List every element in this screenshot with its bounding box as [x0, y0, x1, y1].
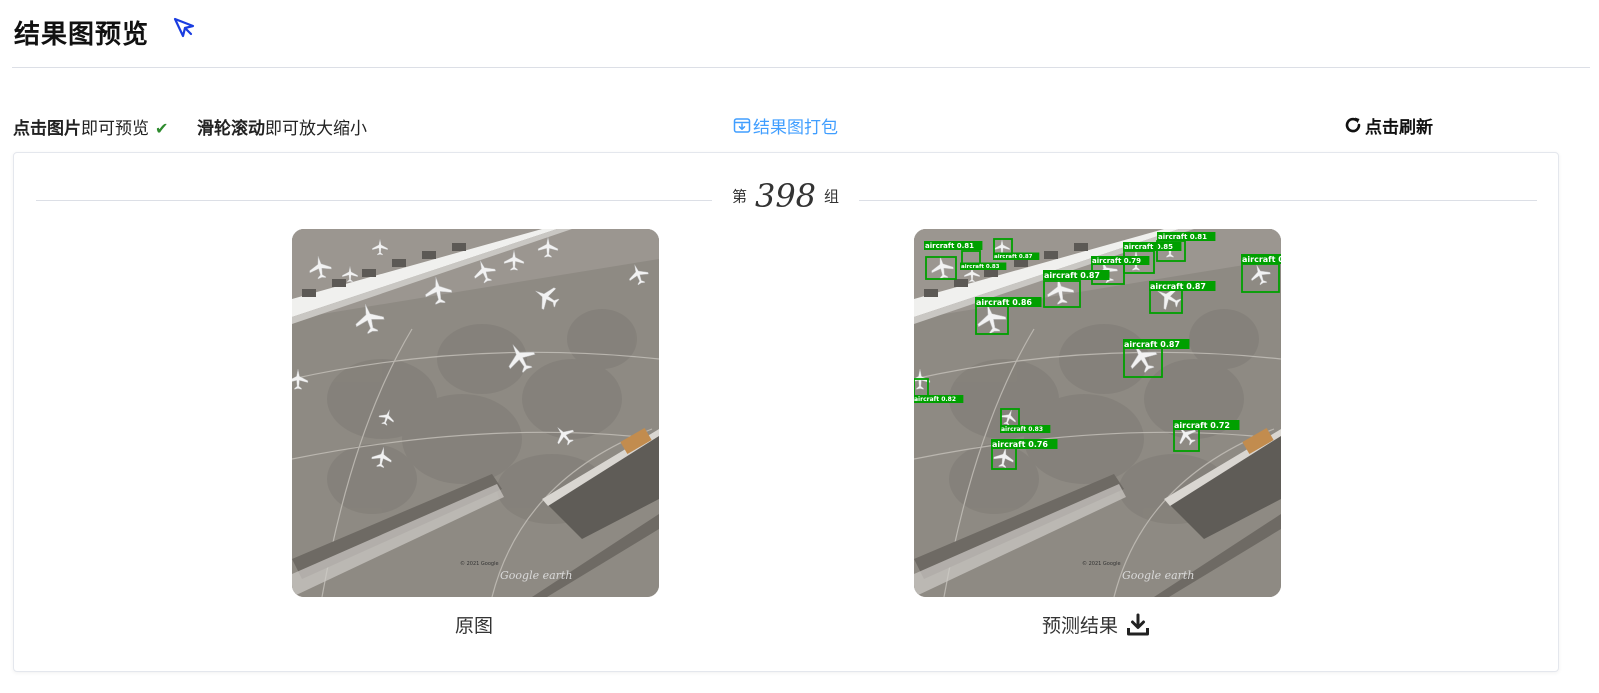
- watermark-copyright-result: © 2021 Google: [1082, 560, 1121, 567]
- detection-label: aircraft 0.87: [1150, 282, 1206, 291]
- divider-right: [859, 200, 1537, 201]
- refresh-label: 点击刷新: [1365, 117, 1433, 138]
- page: 结果图预览 点击图片即可预览 ✔ 滑轮滚动即可放大缩小 结果图打包 点击刷新 第…: [0, 0, 1599, 693]
- result-card: 第 398 组 Google earth © 2021 Google 原图 ai…: [13, 152, 1559, 672]
- detection-label: aircraft 0.82: [914, 396, 956, 403]
- page-title: 结果图预览: [14, 20, 150, 50]
- group-prefix: 第: [731, 187, 747, 206]
- refresh-button[interactable]: 点击刷新: [1343, 112, 1433, 138]
- detection-label: aircraft 0.87: [994, 254, 1033, 260]
- toolbar: 点击图片即可预览 ✔ 滑轮滚动即可放大缩小 结果图打包 点击刷新: [0, 108, 1599, 142]
- detection-label: aircraft 0.87: [1044, 271, 1100, 280]
- result-aerial-image: aircraft 0.81 aircraft 0.83 aircraft 0.87 a…: [914, 229, 1281, 597]
- detection-label: aircraft 0.87: [1124, 340, 1180, 349]
- hint-click-preview: 点击图片即可预览 ✔: [13, 114, 168, 139]
- detection-label: aircraft 0.83: [1001, 426, 1043, 433]
- detection-label: aircraft 0.81: [925, 242, 974, 250]
- watermark-copyright: © 2021 Google: [460, 560, 499, 567]
- refresh-icon: [1345, 117, 1361, 133]
- original-image[interactable]: Google earth © 2021 Google: [292, 229, 659, 597]
- page-header: 结果图预览: [12, 8, 1590, 68]
- pointer-click-icon[interactable]: [170, 14, 198, 42]
- original-aerial-image: Google earth © 2021 Google: [292, 229, 659, 597]
- detection-label: aircraft 0.85: [1124, 243, 1173, 251]
- detection-label: aircraft 0.86: [976, 298, 1032, 307]
- watermark-brand-result: Google earth: [1122, 569, 1194, 582]
- result-caption: 预测结果: [1042, 611, 1150, 638]
- result-caption-label: 预测结果: [1042, 615, 1119, 637]
- detection-label: aircraft 0.81: [1158, 233, 1207, 241]
- hint-click-bold: 点击图片: [13, 119, 81, 139]
- group-label: 第 398 组: [712, 177, 859, 215]
- download-icon[interactable]: [1126, 613, 1150, 637]
- detection-label: aircraft 0.79: [1092, 257, 1141, 265]
- detection-label: aircraft 0.8: [1242, 255, 1281, 264]
- detection-label: aircraft 0.72: [1174, 421, 1230, 430]
- hint-click-rest: 即可预览: [81, 119, 149, 139]
- detection-label: aircraft 0.83: [961, 264, 1000, 270]
- original-caption: 原图: [455, 615, 494, 637]
- hint-scroll-bold: 滑轮滚动: [197, 119, 265, 139]
- watermark-brand: Google earth: [500, 569, 572, 582]
- detection-label: aircraft 0.76: [992, 440, 1048, 449]
- pack-results-button[interactable]: 结果图打包: [733, 112, 838, 138]
- group-suffix: 组: [824, 187, 840, 206]
- check-icon: ✔: [155, 119, 169, 138]
- hint-scroll-rest: 即可放大缩小: [265, 119, 367, 139]
- divider-left: [36, 200, 712, 201]
- pack-results-label: 结果图打包: [753, 117, 838, 138]
- hint-scroll-zoom: 滑轮滚动即可放大缩小: [197, 114, 367, 139]
- group-number: 398: [754, 177, 817, 215]
- archive-download-icon: [733, 118, 751, 133]
- result-image[interactable]: aircraft 0.81 aircraft 0.83 aircraft 0.87 a…: [914, 229, 1281, 597]
